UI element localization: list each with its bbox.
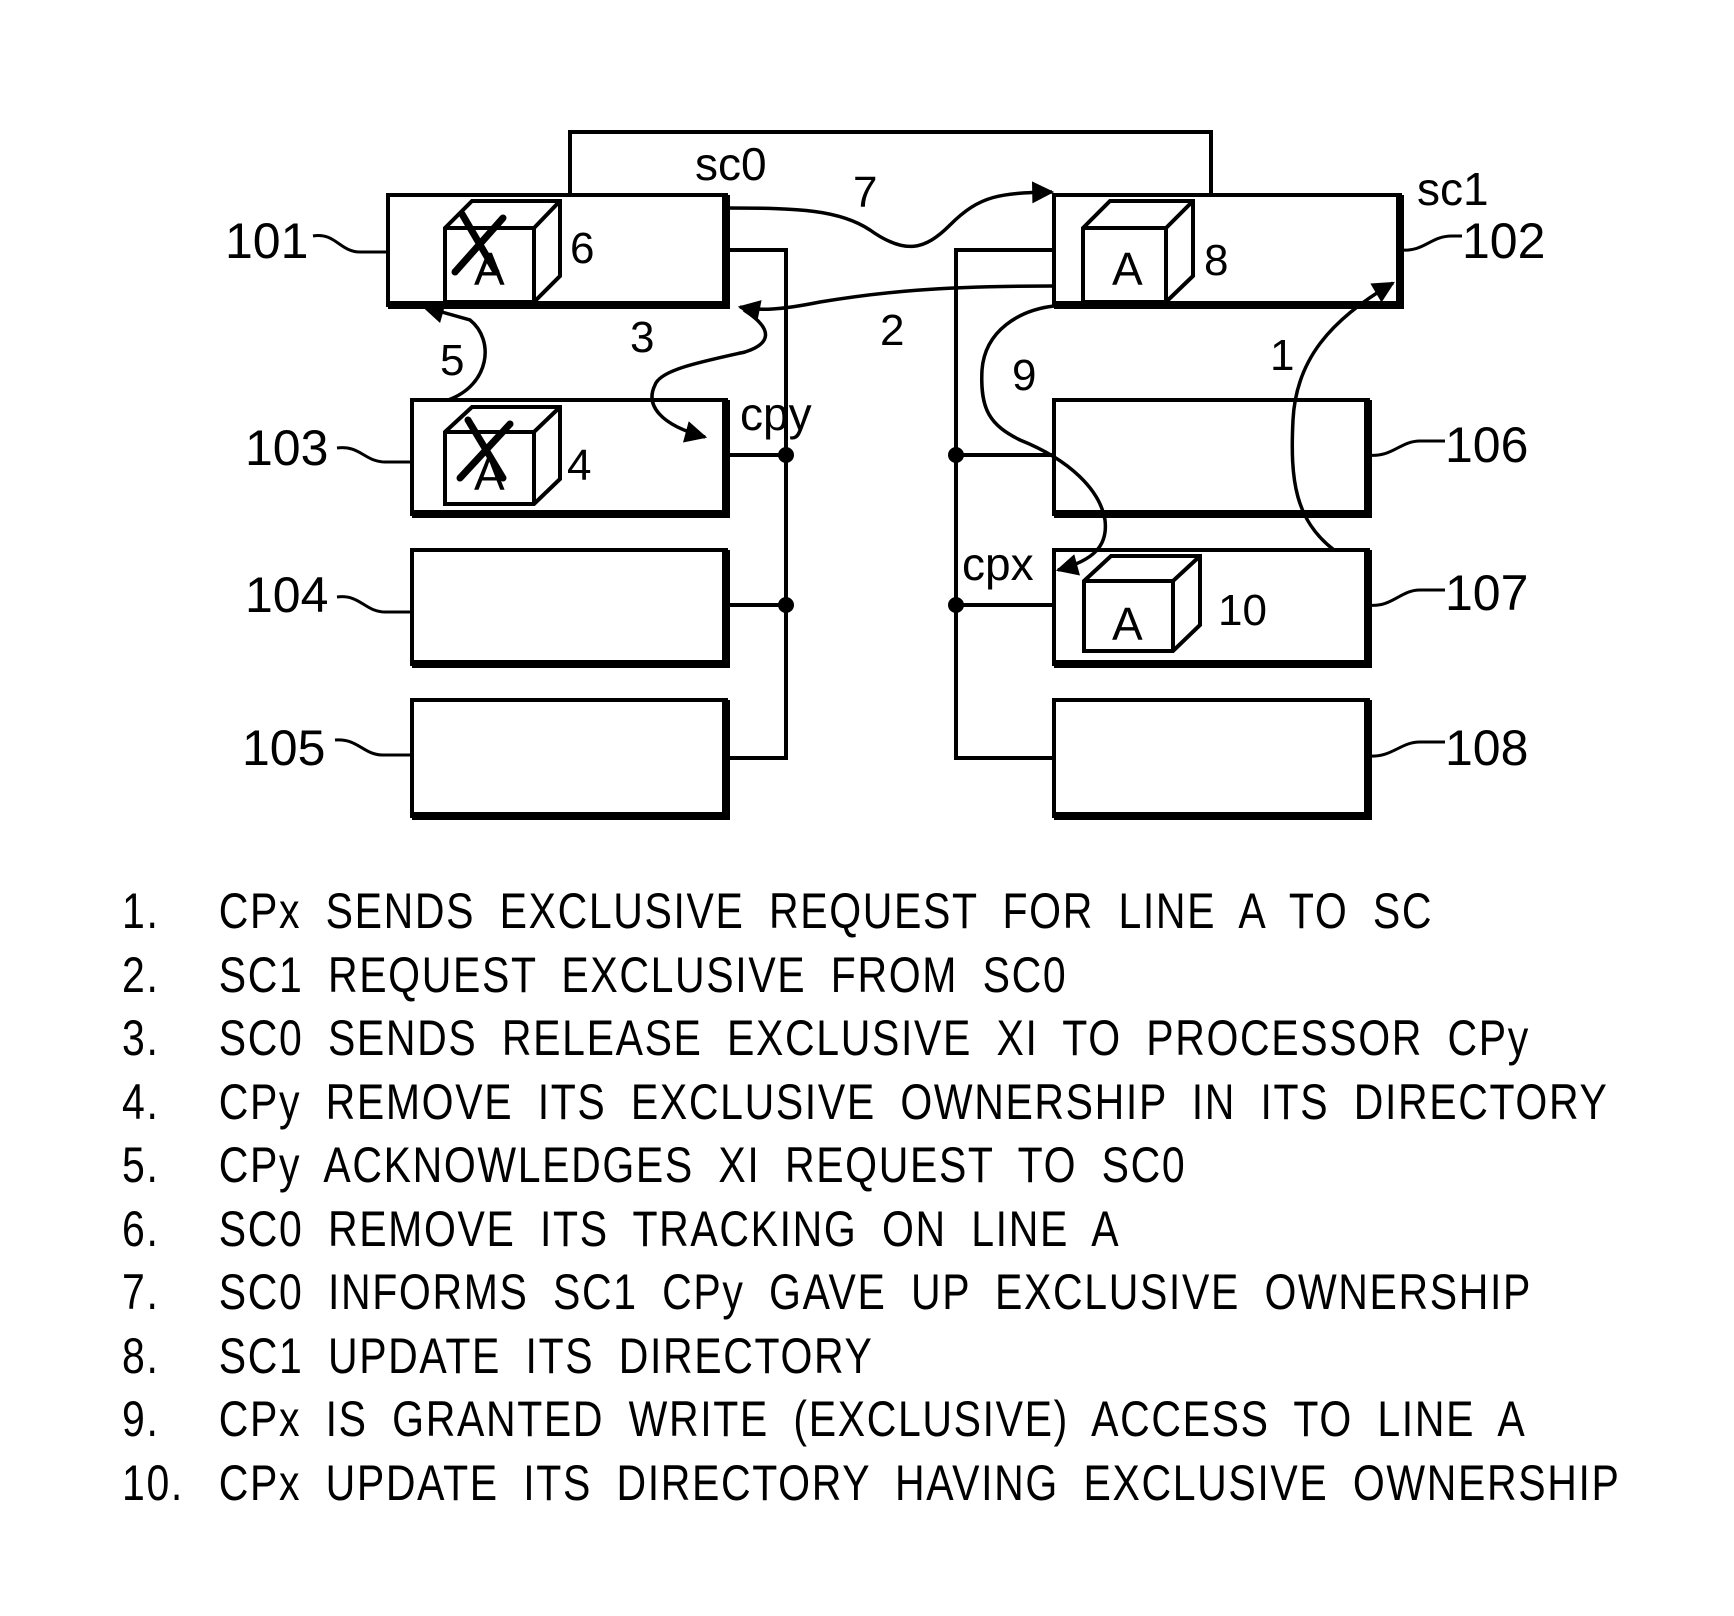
legend-number: 8. xyxy=(122,1327,160,1384)
arrow-label-7: 7 xyxy=(853,168,877,217)
legend-text: SC1 UPDATE ITS DIRECTORY xyxy=(218,1327,874,1384)
legend-item: 2. SC1 REQUEST EXCLUSIVE FROM SC0 xyxy=(122,944,1620,1008)
ref-106: 106 xyxy=(1445,417,1528,473)
legend-item: 1. CPx SENDS EXCLUSIVE REQUEST FOR LINE A… xyxy=(122,880,1620,944)
cube-letter-sc0: A xyxy=(474,243,505,295)
arrow-label-5: 5 xyxy=(440,336,464,385)
cube-letter-103: A xyxy=(474,448,505,500)
cube-step-8: 8 xyxy=(1204,236,1228,285)
legend-text: SC0 INFORMS SC1 CPy GAVE UP EXCLUSIVE OW… xyxy=(218,1264,1533,1320)
legend-text: CPx UPDATE ITS DIRECTORY HAVING EXCLUSIV… xyxy=(218,1454,1621,1511)
legend-number: 5. xyxy=(122,1137,160,1193)
cube-step-6: 6 xyxy=(570,224,594,273)
legend-item: 3. SC0 SENDS RELEASE EXCLUSIVE XI TO PROC… xyxy=(122,1007,1620,1071)
step-legend: 1. CPx SENDS EXCLUSIVE REQUEST FOR LINE A… xyxy=(122,880,1620,1515)
ref-104: 104 xyxy=(245,567,328,623)
ref-103: 103 xyxy=(245,420,328,476)
legend-number: 7. xyxy=(122,1264,160,1320)
arrow-label-9: 9 xyxy=(1012,351,1036,400)
legend-text: CPy ACKNOWLEDGES XI REQUEST TO SC0 xyxy=(218,1137,1187,1193)
ref-105: 105 xyxy=(242,720,325,776)
ref-102: 102 xyxy=(1462,213,1545,269)
legend-item: 4. CPy REMOVE ITS EXCLUSIVE OWNERSHIP IN … xyxy=(122,1071,1620,1135)
legend-text: SC0 SENDS RELEASE EXCLUSIVE XI TO PROCES… xyxy=(218,1010,1530,1066)
legend-item: 5. CPy ACKNOWLEDGES XI REQUEST TO SC0 xyxy=(122,1134,1620,1198)
legend-number: 2. xyxy=(122,946,160,1003)
arrow-label-1: 1 xyxy=(1270,331,1294,380)
legend-text: SC0 REMOVE ITS TRACKING ON LINE A xyxy=(218,1200,1121,1257)
sc1-label: sc1 xyxy=(1417,163,1489,215)
legend-text: CPx IS GRANTED WRITE (EXCLUSIVE) ACCESS … xyxy=(218,1391,1527,1447)
sc0-label: sc0 xyxy=(695,138,767,190)
legend-number: 1. xyxy=(122,883,160,939)
arrow-label-2: 2 xyxy=(880,306,904,355)
cube-letter-107: A xyxy=(1112,598,1143,650)
legend-number: 4. xyxy=(122,1073,160,1130)
ref-101: 101 xyxy=(225,213,308,269)
legend-item: 6. SC0 REMOVE ITS TRACKING ON LINE A xyxy=(122,1198,1620,1262)
arrow-label-3: 3 xyxy=(630,313,654,362)
ref-107: 107 xyxy=(1445,565,1528,621)
cube-step-4: 4 xyxy=(567,441,591,490)
legend-number: 10. xyxy=(122,1454,184,1511)
legend-text: CPx SENDS EXCLUSIVE REQUEST FOR LINE A T… xyxy=(218,883,1434,939)
legend-number: 3. xyxy=(122,1010,160,1066)
ref-108: 108 xyxy=(1445,720,1528,776)
legend-item: 9. CPx IS GRANTED WRITE (EXCLUSIVE) ACCES… xyxy=(122,1388,1620,1452)
legend-text: SC1 REQUEST EXCLUSIVE FROM SC0 xyxy=(218,946,1068,1003)
legend-item: 10. CPx UPDATE ITS DIRECTORY HAVING EXCLU… xyxy=(122,1452,1620,1516)
legend-number: 9. xyxy=(122,1391,160,1447)
cube-letter-sc1: A xyxy=(1112,243,1143,295)
legend-item: 7. SC0 INFORMS SC1 CPy GAVE UP EXCLUSIVE … xyxy=(122,1261,1620,1325)
legend-item: 8. SC1 UPDATE ITS DIRECTORY xyxy=(122,1325,1620,1389)
legend-number: 6. xyxy=(122,1200,160,1257)
cube-step-10: 10 xyxy=(1218,586,1267,635)
cpy-label: cpy xyxy=(740,388,812,440)
legend-text: CPy REMOVE ITS EXCLUSIVE OWNERSHIP IN IT… xyxy=(218,1073,1609,1130)
cpx-label: cpx xyxy=(962,538,1034,590)
